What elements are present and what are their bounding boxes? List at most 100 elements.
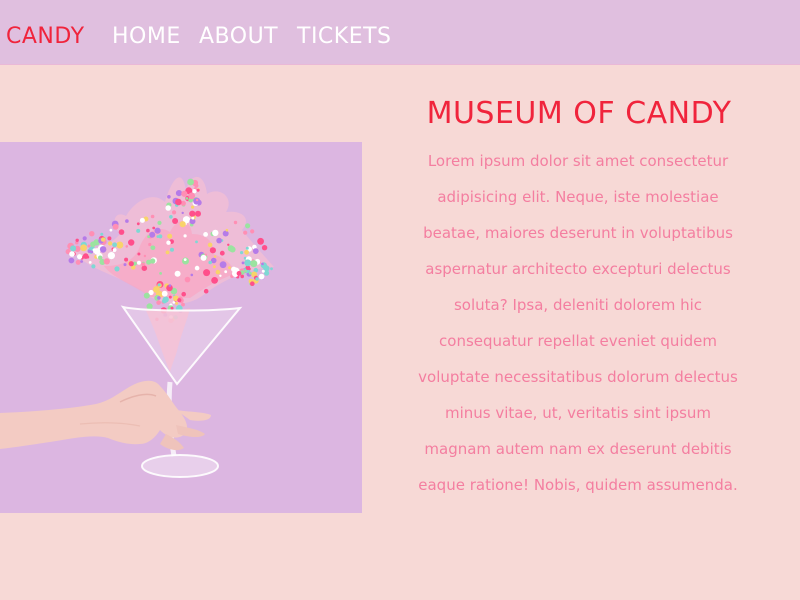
sprinkle bbox=[128, 261, 134, 267]
sprinkle bbox=[187, 178, 195, 186]
sprinkle bbox=[248, 267, 251, 271]
sprinkle bbox=[87, 244, 91, 248]
sprinkle bbox=[241, 261, 245, 265]
sprinkle bbox=[100, 232, 104, 236]
sprinkle bbox=[146, 228, 150, 233]
sprinkle bbox=[170, 247, 174, 252]
candy-glass-illustration bbox=[0, 176, 274, 478]
sprinkle bbox=[166, 240, 171, 245]
description-paragraph: Lorem ipsum dolor sit amet consectetur a… bbox=[418, 152, 738, 494]
sprinkle bbox=[190, 273, 194, 277]
sprinkle bbox=[181, 302, 185, 307]
sprinkle bbox=[89, 231, 95, 237]
sprinkle bbox=[69, 251, 75, 257]
sprinkle bbox=[118, 229, 125, 235]
sprinkle bbox=[243, 230, 248, 235]
sprinkle bbox=[123, 263, 127, 267]
sprinkle bbox=[93, 248, 101, 255]
sprinkle bbox=[137, 252, 141, 256]
sprinkle bbox=[261, 269, 265, 273]
sprinkle bbox=[203, 269, 211, 277]
sprinkle bbox=[200, 254, 207, 261]
sprinkle bbox=[219, 261, 227, 269]
sprinkle bbox=[75, 238, 79, 242]
sprinkle bbox=[224, 270, 228, 274]
sprinkle bbox=[185, 197, 189, 200]
sprinkle bbox=[255, 277, 259, 281]
page-title: MUSEUM OF CANDY bbox=[426, 96, 732, 131]
sprinkle bbox=[165, 205, 171, 211]
sprinkle bbox=[136, 228, 141, 233]
sprinkle bbox=[153, 286, 160, 293]
sprinkle bbox=[150, 214, 155, 219]
sprinkle bbox=[109, 228, 113, 232]
sprinkle bbox=[172, 210, 177, 215]
sprinkle bbox=[107, 252, 115, 260]
sprinkle bbox=[184, 276, 191, 283]
sprinkle bbox=[181, 291, 186, 297]
sprinkle bbox=[77, 254, 83, 260]
sprinkle bbox=[211, 277, 219, 284]
top-navigation-bar: CANDY HOME ABOUT TICKETS bbox=[0, 0, 800, 65]
sprinkle bbox=[212, 229, 219, 237]
sprinkle bbox=[177, 298, 182, 303]
sprinkle bbox=[139, 217, 145, 223]
sprinkle bbox=[99, 246, 107, 253]
sprinkle bbox=[167, 195, 171, 199]
sprinkle bbox=[103, 258, 110, 265]
sprinkle bbox=[252, 248, 259, 254]
sprinkle bbox=[229, 246, 236, 253]
sprinkle bbox=[87, 249, 92, 253]
nav-item-about[interactable]: ABOUT bbox=[199, 22, 278, 52]
sprinkle bbox=[192, 189, 197, 194]
sprinkle bbox=[270, 267, 273, 271]
sprinkle bbox=[82, 236, 87, 241]
sprinkle bbox=[181, 190, 188, 197]
sprinkle bbox=[170, 306, 174, 310]
sprinkle bbox=[143, 292, 150, 299]
sprinkle bbox=[203, 232, 209, 237]
sprinkle bbox=[240, 274, 244, 279]
sprinkle bbox=[191, 205, 195, 209]
sprinkle bbox=[154, 227, 161, 234]
sprinkle bbox=[175, 190, 183, 197]
sprinkle bbox=[156, 300, 161, 305]
sprinkle bbox=[240, 251, 244, 255]
sprinkle bbox=[258, 273, 265, 280]
sprinkle bbox=[244, 259, 252, 267]
sprinkle bbox=[86, 255, 90, 259]
sprinkle bbox=[168, 295, 172, 299]
sprinkle bbox=[124, 257, 129, 262]
sprinkle bbox=[261, 245, 268, 251]
sprinkle bbox=[219, 250, 225, 256]
sprinkle bbox=[174, 270, 181, 277]
sprinkle bbox=[233, 220, 238, 225]
nav-item-home[interactable]: HOME bbox=[112, 22, 181, 52]
sprinkle-burst bbox=[65, 176, 274, 324]
sprinkle bbox=[209, 247, 216, 254]
nav-item-tickets[interactable]: TICKETS bbox=[297, 22, 392, 52]
sprinkle bbox=[128, 239, 135, 246]
sprinkle bbox=[196, 188, 200, 192]
sprinkle bbox=[183, 258, 187, 261]
sprinkle bbox=[158, 234, 163, 239]
hero-image bbox=[0, 142, 362, 513]
sprinkle bbox=[152, 226, 156, 230]
sprinkle bbox=[183, 234, 187, 238]
sprinkle bbox=[141, 262, 145, 267]
sprinkle bbox=[157, 296, 161, 300]
sprinkle bbox=[70, 245, 77, 252]
sprinkle bbox=[112, 242, 117, 248]
sprinkle bbox=[141, 265, 148, 271]
sprinkle bbox=[100, 237, 106, 242]
sprinkle bbox=[172, 218, 179, 224]
brand-logo-link[interactable]: CANDY bbox=[6, 22, 85, 52]
sprinkle bbox=[195, 210, 201, 217]
sprinkle bbox=[161, 290, 168, 297]
sprinkle bbox=[148, 242, 152, 247]
sprinkle bbox=[88, 261, 92, 264]
sprinkle bbox=[112, 248, 117, 252]
sprinkle bbox=[179, 221, 186, 228]
sprinkle bbox=[146, 303, 153, 310]
sprinkle bbox=[175, 198, 182, 206]
